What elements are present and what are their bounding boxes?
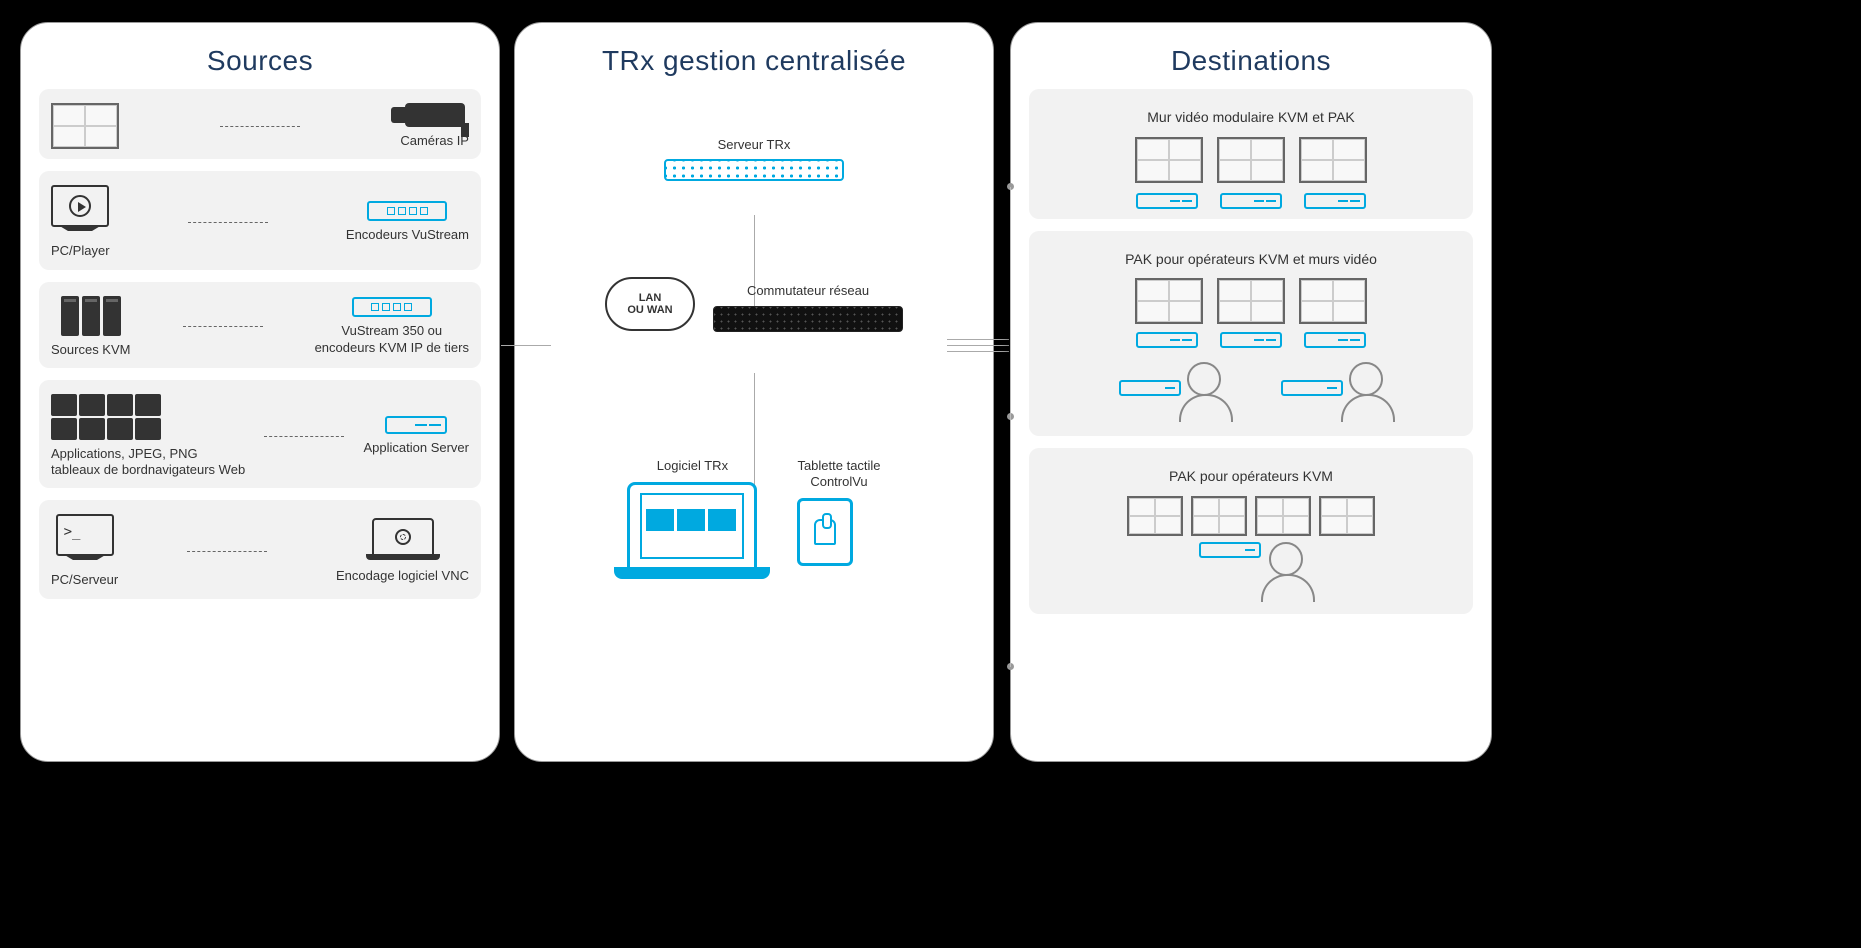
apps-icon: [51, 394, 171, 440]
source-kvm: Sources KVM VuStream 350 ou encodeurs KV…: [39, 282, 481, 368]
encoder-icon: [367, 201, 447, 221]
camera-label: Caméras IP: [400, 133, 469, 149]
rack-icon: [1119, 380, 1181, 396]
vnc-label: Encodage logiciel VNC: [336, 568, 469, 584]
terminal-icon: >_: [56, 514, 114, 556]
dest-title: Destinations: [1011, 45, 1491, 77]
sources-column: Sources Caméras IP PC/Player Encodeurs V…: [20, 22, 500, 762]
laptop-software-icon: [627, 482, 757, 570]
operator-icon: [1269, 542, 1303, 576]
camera-icon: [405, 103, 465, 127]
network-switch-icon: [713, 306, 903, 332]
rack-icon: [1304, 193, 1366, 209]
center-title: TRx gestion centralisée: [515, 45, 993, 77]
appserver-icon: [385, 416, 447, 434]
source-vnc: >_ PC/Serveur Encodage logiciel VNC: [39, 500, 481, 598]
sources-title: Sources: [21, 45, 499, 77]
apps-label: Applications, JPEG, PNG tableaux de bord…: [51, 446, 245, 479]
trxserver-label: Serveur TRx: [515, 137, 993, 153]
screen-icon: [1299, 137, 1367, 183]
dest3-title: PAK pour opérateurs KVM: [1041, 468, 1461, 486]
source-cameras: Caméras IP: [39, 89, 481, 159]
rack-icon: [1304, 332, 1366, 348]
tablet-icon: [797, 498, 853, 566]
rack-icon: [1281, 380, 1343, 396]
dest-pak-kvm: PAK pour opérateurs KVM: [1029, 448, 1473, 614]
destinations-column: Destinations Mur vidéo modulaire KVM et …: [1010, 22, 1492, 762]
vustream-label: VuStream 350 ou encodeurs KVM IP de tier…: [315, 323, 469, 356]
screen-icon: [1255, 496, 1311, 536]
rack-icon: [1136, 193, 1198, 209]
screen-icon: [1217, 278, 1285, 324]
software-label: Logiciel TRx: [627, 458, 757, 474]
rack-icon: [1136, 332, 1198, 348]
rack-icon: [1220, 193, 1282, 209]
screen-icon: [1299, 278, 1367, 324]
laptop-icon: [372, 518, 434, 556]
dest-modular-wall: Mur vidéo modulaire KVM et PAK: [1029, 89, 1473, 219]
source-pcplayer: PC/Player Encodeurs VuStream: [39, 171, 481, 269]
monitor-icon: [51, 185, 109, 227]
dest2-title: PAK pour opérateurs KVM et murs vidéo: [1041, 251, 1461, 269]
pcserver-label: PC/Serveur: [51, 572, 118, 588]
switch-label: Commutateur réseau: [713, 283, 903, 299]
screen-icon: [1191, 496, 1247, 536]
screen-icon: [1319, 496, 1375, 536]
appserver-label: Application Server: [363, 440, 469, 456]
operator-icon: [1187, 362, 1221, 396]
screen-icon: [1127, 496, 1183, 536]
screen-icon: [1135, 137, 1203, 183]
dest1-title: Mur vidéo modulaire KVM et PAK: [1041, 109, 1461, 127]
cloud-icon: LAN OU WAN: [605, 277, 695, 331]
touch-icon: [814, 519, 836, 545]
encoder-icon: [352, 297, 432, 317]
trx-server-icon: [664, 159, 844, 181]
center-column: TRx gestion centralisée Serveur TRx LAN …: [514, 22, 994, 762]
tablet-label: Tablette tactile ControlVu: [797, 458, 880, 491]
operator-icon: [1349, 362, 1383, 396]
kvm-label: Sources KVM: [51, 342, 130, 358]
dest-pak-operators: PAK pour opérateurs KVM et murs vidéo: [1029, 231, 1473, 437]
servers-icon: [61, 296, 121, 336]
rack-icon: [1220, 332, 1282, 348]
pcplayer-label: PC/Player: [51, 243, 110, 259]
videowall-icon: [51, 103, 119, 149]
source-apps: Applications, JPEG, PNG tableaux de bord…: [39, 380, 481, 489]
rack-icon: [1199, 542, 1261, 558]
screen-icon: [1135, 278, 1203, 324]
encoder-label: Encodeurs VuStream: [346, 227, 469, 243]
screen-icon: [1217, 137, 1285, 183]
